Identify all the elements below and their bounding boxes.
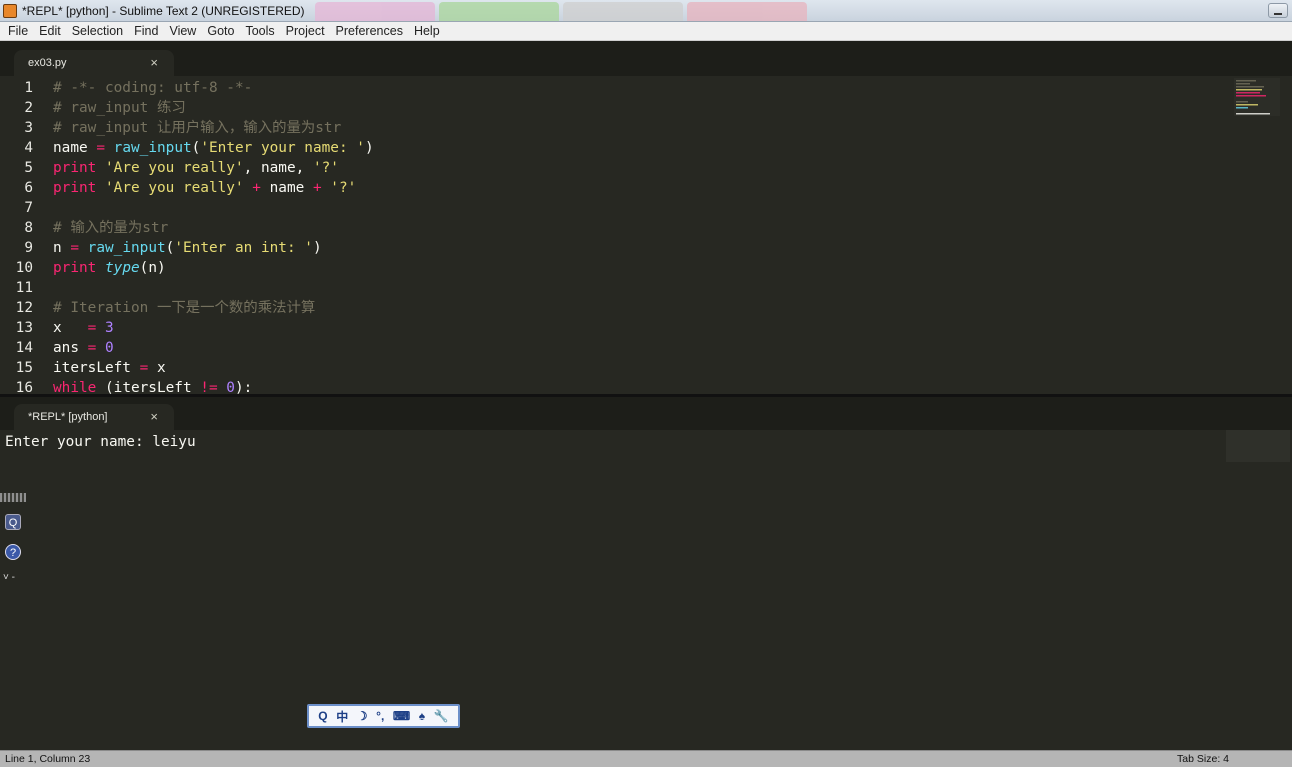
line-number: 2 xyxy=(24,100,33,116)
line-number: 15 xyxy=(15,360,33,376)
menu-selection[interactable]: Selection xyxy=(66,24,128,38)
code-line[interactable]: 7 xyxy=(0,198,1292,218)
menu-bar: File Edit Selection Find View Goto Tools… xyxy=(0,22,1292,41)
title-bar: *REPL* [python] - Sublime Text 2 (UNREGI… xyxy=(0,0,1292,22)
line-number: 11 xyxy=(15,280,33,296)
code-line[interactable]: 3 # raw_input 让用户输入，输入的量为str xyxy=(0,118,1292,138)
status-bar: Line 1, Column 23 Tab Size: 4 xyxy=(0,750,1292,767)
menu-edit[interactable]: Edit xyxy=(33,24,66,38)
line-number: 3 xyxy=(24,120,33,136)
menu-find[interactable]: Find xyxy=(128,24,163,38)
line-number: 7 xyxy=(24,200,33,216)
code-line[interactable]: 11 xyxy=(0,278,1292,298)
line-number: 9 xyxy=(24,240,33,256)
menu-goto[interactable]: Goto xyxy=(201,24,239,38)
background-tab xyxy=(315,2,435,21)
line-number: 1 xyxy=(24,80,33,96)
code-line[interactable]: 9 n = raw_input('Enter an int: ') xyxy=(0,238,1292,258)
sublime-app-icon xyxy=(3,3,17,18)
menu-project[interactable]: Project xyxy=(280,24,330,38)
code-text: x = 3 xyxy=(53,320,114,336)
code-text: # Iteration 一下是一个数的乘法计算 xyxy=(53,300,316,316)
menu-tools[interactable]: Tools xyxy=(239,24,279,38)
line-number: 8 xyxy=(24,220,33,236)
line-number: 13 xyxy=(15,320,33,336)
code-line[interactable]: 14 ans = 0 xyxy=(0,338,1292,358)
code-text: while (itersLeft != 0): xyxy=(53,380,253,394)
tab-ex03-py[interactable]: ex03.py × xyxy=(14,50,174,76)
background-tab xyxy=(563,2,683,21)
code-line[interactable]: 16 while (itersLeft != 0): xyxy=(0,378,1292,394)
code-text: print 'Are you really' + name + '?' xyxy=(53,180,357,196)
ime-keyboard-icon[interactable]: ⌨ xyxy=(393,709,410,723)
menu-preferences[interactable]: Preferences xyxy=(330,24,408,38)
tab-label: ex03.py xyxy=(28,57,67,69)
tab-size-indicator[interactable]: Tab Size: 4 xyxy=(1177,753,1229,765)
background-tab xyxy=(687,2,807,21)
line-number: 5 xyxy=(24,160,33,176)
ime-logo-icon[interactable]: Q xyxy=(318,709,327,723)
repl-output: Enter your name: leiyu xyxy=(5,434,196,450)
code-text: print type(n) xyxy=(53,260,166,276)
code-text: n = raw_input('Enter an int: ') xyxy=(53,240,322,256)
repl-pane[interactable]: Enter your name: leiyu xyxy=(0,430,1292,750)
cursor-position: Line 1, Column 23 xyxy=(5,753,91,765)
ime-toolbar: Q 中 ☽ °, ⌨ ♠ 🔧 xyxy=(307,704,460,728)
code-line[interactable]: 6 print 'Are you really' + name + '?' xyxy=(0,178,1292,198)
code-text: ans = 0 xyxy=(53,340,114,356)
ime-halfwidth-icon[interactable]: ☽ xyxy=(357,709,368,723)
ime-chinese-mode-icon[interactable]: 中 xyxy=(336,708,348,725)
editor-tab-bar: ex03.py × xyxy=(0,41,1292,76)
close-icon[interactable]: × xyxy=(150,409,158,424)
repl-tab-bar: *REPL* [python] × xyxy=(0,397,1292,430)
code-line[interactable]: 8 # 输入的量为str xyxy=(0,218,1292,238)
minimize-button[interactable] xyxy=(1268,3,1288,18)
code-text: # -*- coding: utf-8 -*- xyxy=(53,80,253,96)
code-text: itersLeft = x xyxy=(53,360,166,376)
line-number: 10 xyxy=(15,260,33,276)
background-browser-tabs xyxy=(315,2,807,21)
code-text: # raw_input 练习 xyxy=(53,100,186,116)
line-number: 6 xyxy=(24,180,33,196)
window-title: *REPL* [python] - Sublime Text 2 (UNREGI… xyxy=(22,3,305,18)
code-line[interactable]: 2 # raw_input 练习 xyxy=(0,98,1292,118)
ime-punctuation-icon[interactable]: °, xyxy=(376,709,384,723)
toolbar-grip[interactable] xyxy=(0,493,26,502)
background-tab xyxy=(439,2,559,21)
line-number: 4 xyxy=(24,140,33,156)
ime-skin-icon[interactable]: ♠ xyxy=(419,709,425,723)
code-line[interactable]: 12 # Iteration 一下是一个数的乘法计算 xyxy=(0,298,1292,318)
menu-file[interactable]: File xyxy=(2,24,33,38)
tab-repl-python[interactable]: *REPL* [python] × xyxy=(14,404,174,430)
code-text: print 'Are you really', name, '?' xyxy=(53,160,339,176)
line-number: 14 xyxy=(15,340,33,356)
code-line[interactable]: 1 # -*- coding: utf-8 -*- xyxy=(0,78,1292,98)
code-line[interactable]: 10 print type(n) xyxy=(0,258,1292,278)
input-method-icon[interactable]: Q xyxy=(5,514,21,530)
code-line[interactable]: 13 x = 3 xyxy=(0,318,1292,338)
chevron-down-icon[interactable]: ˅ ‑ xyxy=(3,572,15,583)
code-text: name = raw_input('Enter your name: ') xyxy=(53,140,374,156)
code-line[interactable]: 5 print 'Are you really', name, '?' xyxy=(0,158,1292,178)
code-text: # 输入的量为str xyxy=(53,220,169,236)
code-text: # raw_input 让用户输入，输入的量为str xyxy=(53,120,342,136)
ime-settings-icon[interactable]: 🔧 xyxy=(434,709,449,723)
code-line[interactable]: 15 itersLeft = x xyxy=(0,358,1292,378)
menu-help[interactable]: Help xyxy=(408,24,445,38)
line-number: 16 xyxy=(15,380,33,394)
close-icon[interactable]: × xyxy=(150,55,158,70)
code-line[interactable]: 4 name = raw_input('Enter your name: ') xyxy=(0,138,1292,158)
menu-view[interactable]: View xyxy=(163,24,201,38)
code-editor[interactable]: 1 # -*- coding: utf-8 -*- 2 # raw_input 练习 3… xyxy=(0,76,1292,394)
line-number: 12 xyxy=(15,300,33,316)
help-icon[interactable]: ? xyxy=(5,544,21,560)
tab-label: *REPL* [python] xyxy=(28,411,108,423)
repl-minimap[interactable] xyxy=(1226,430,1290,462)
